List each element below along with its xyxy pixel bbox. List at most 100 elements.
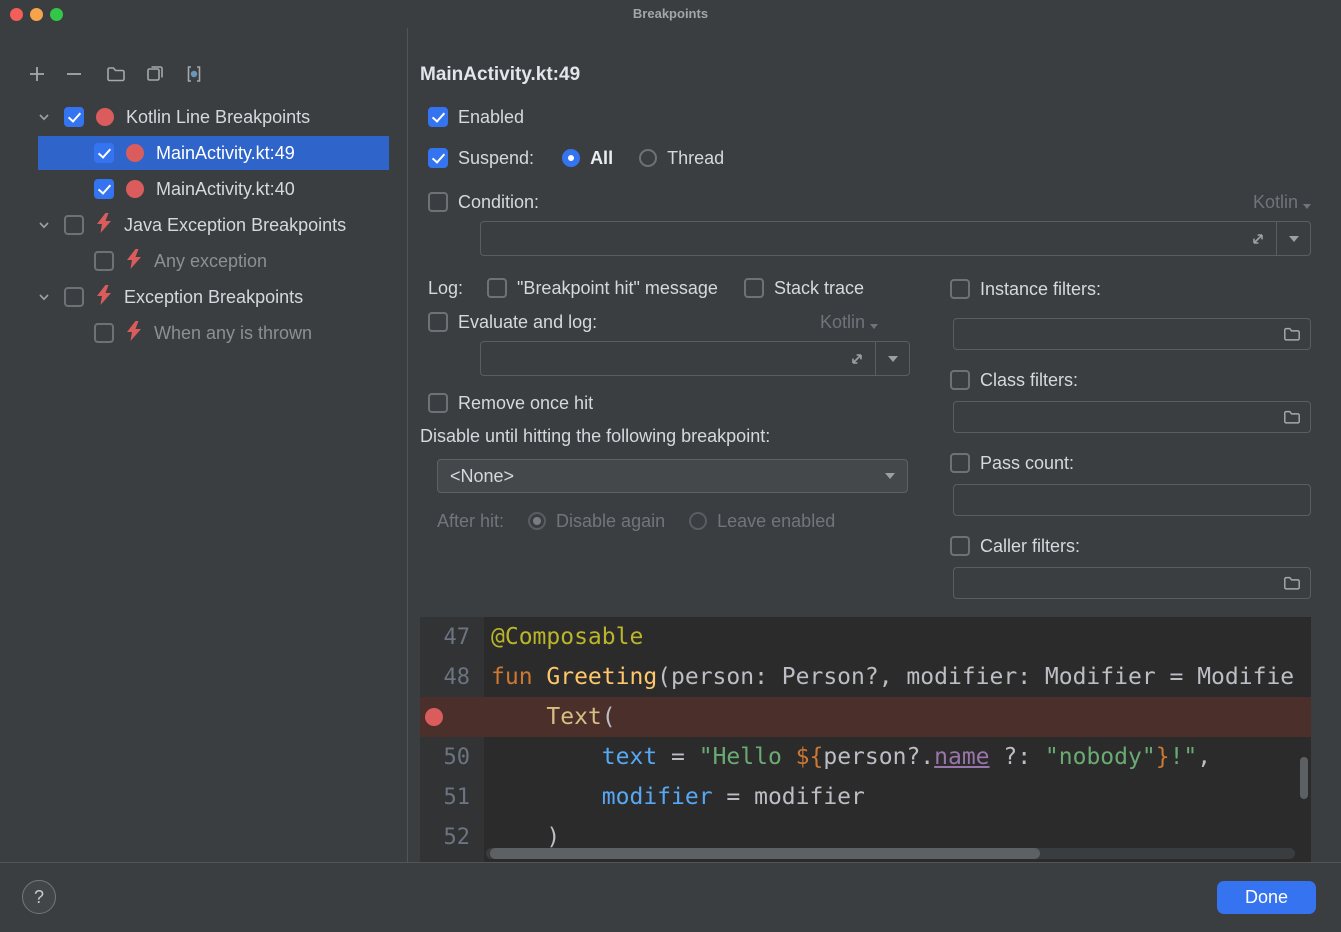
breakpoint-dot-icon[interactable] (425, 708, 443, 726)
code-line-50: 50 text = "Hello ${person?.name ?: "nobo… (420, 737, 1311, 777)
instance-filters-row: Instance filters: (950, 275, 1101, 303)
window-title: Breakpoints (0, 0, 1341, 28)
condition-field (480, 221, 1311, 256)
log-message-checkbox[interactable] (487, 278, 507, 298)
tree-group-kotlin-line-breakpoints[interactable]: Kotlin Line Breakpoints (0, 99, 407, 135)
chevron-down-icon[interactable] (36, 217, 52, 233)
code-line-47: 47@Composable (420, 617, 1311, 657)
tree-item-label: MainActivity.kt:49 (156, 143, 295, 164)
expand-editor-icon[interactable] (1240, 222, 1276, 255)
group-breakpoints-button[interactable] (104, 62, 128, 86)
evaluate-language-selector[interactable]: Kotlin (820, 312, 878, 333)
horizontal-scrollbar-track[interactable] (486, 848, 1295, 859)
disable-until-label: Disable until hitting the following brea… (420, 426, 770, 447)
suspend-checkbox[interactable] (428, 148, 448, 168)
tree-item-any-exception[interactable]: Any exception (0, 243, 407, 279)
tree-group-exception-breakpoints[interactable]: Exception Breakpoints (0, 279, 407, 315)
code-line-49: Text( (420, 697, 1311, 737)
add-breakpoint-button[interactable] (25, 62, 49, 86)
tree-checkbox[interactable] (64, 107, 84, 127)
disable-again-radio[interactable] (528, 512, 546, 530)
remove-once-checkbox[interactable] (428, 393, 448, 413)
line-number[interactable]: 51 (420, 777, 484, 817)
done-button[interactable]: Done (1217, 881, 1316, 914)
tree-item-when-any-is-thrown[interactable]: When any is thrown (0, 315, 407, 351)
folder-icon[interactable] (1274, 402, 1310, 432)
condition-row: Condition: (428, 188, 539, 216)
chevron-down-icon[interactable] (36, 109, 52, 125)
folder-icon[interactable] (1274, 568, 1310, 598)
condition-language-label: Kotlin (1253, 192, 1298, 213)
expand-editor-icon[interactable] (839, 342, 875, 375)
line-number[interactable]: 50 (420, 737, 484, 777)
instance-filters-input[interactable] (954, 319, 1274, 349)
group-icon (145, 64, 165, 84)
folder-icon[interactable] (1274, 319, 1310, 349)
code-preview-panel: 47@Composable48fun Greeting(person: Pers… (420, 617, 1311, 862)
log-message-label: "Breakpoint hit" message (517, 278, 718, 299)
tree-group-label: Exception Breakpoints (124, 287, 303, 308)
tree-checkbox[interactable] (94, 179, 114, 199)
log-row: Log: "Breakpoint hit" message Stack trac… (428, 274, 864, 302)
line-number[interactable]: 48 (420, 657, 484, 697)
evaluate-input[interactable] (481, 342, 839, 375)
stack-trace-checkbox[interactable] (744, 278, 764, 298)
footer-divider (0, 862, 1341, 863)
pass-count-input[interactable] (954, 485, 1310, 515)
tree-item-mainactivity-kt-49[interactable]: MainActivity.kt:49 (0, 135, 407, 171)
tree-item-label: Any exception (154, 251, 267, 272)
evaluate-checkbox[interactable] (428, 312, 448, 332)
tree-checkbox[interactable] (64, 287, 84, 307)
titlebar: Breakpoints (0, 0, 1341, 28)
condition-language-selector[interactable]: Kotlin (1253, 192, 1311, 213)
tree-checkbox[interactable] (94, 251, 114, 271)
suspend-thread-radio[interactable] (639, 149, 657, 167)
leave-enabled-radio[interactable] (689, 512, 707, 530)
tree-group-label: Kotlin Line Breakpoints (126, 107, 310, 128)
disable-again-label: Disable again (556, 511, 665, 532)
class-filters-input[interactable] (954, 402, 1274, 432)
help-button[interactable]: ? (22, 880, 56, 914)
horizontal-scrollbar-thumb[interactable] (490, 848, 1040, 859)
chevron-down-icon[interactable] (36, 289, 52, 305)
tree-checkbox[interactable] (64, 215, 84, 235)
evaluate-history-dropdown[interactable] (875, 342, 909, 375)
remove-breakpoint-button[interactable] (62, 62, 86, 86)
condition-label: Condition: (458, 192, 539, 213)
tree-checkbox[interactable] (94, 143, 114, 163)
line-number[interactable]: 47 (420, 617, 484, 657)
code-text: text = "Hello ${person?.name ?: "nobody"… (484, 744, 1211, 770)
leave-enabled-label: Leave enabled (717, 511, 835, 532)
class-filters-checkbox[interactable] (950, 370, 970, 390)
condition-history-dropdown[interactable] (1276, 222, 1310, 255)
instance-filters-checkbox[interactable] (950, 279, 970, 299)
condition-checkbox[interactable] (428, 192, 448, 212)
caller-filters-checkbox[interactable] (950, 536, 970, 556)
chevron-down-icon (870, 324, 878, 329)
caller-filters-input[interactable] (954, 568, 1274, 598)
suspend-thread-label: Thread (667, 148, 724, 169)
pass-count-checkbox[interactable] (950, 453, 970, 473)
chevron-down-icon (1303, 204, 1311, 209)
tree-item-label: When any is thrown (154, 323, 312, 344)
suspend-all-radio[interactable] (562, 149, 580, 167)
instance-filters-label: Instance filters: (980, 279, 1101, 300)
disable-until-combobox[interactable]: <None> (437, 459, 908, 493)
group-by-class-button[interactable] (182, 62, 206, 86)
pass-count-row: Pass count: (950, 449, 1074, 477)
condition-input[interactable] (481, 222, 1240, 255)
vertical-scrollbar[interactable] (1300, 757, 1308, 799)
breakpoint-title: MainActivity.kt:49 (420, 64, 580, 86)
chevron-down-icon (1289, 236, 1299, 242)
move-to-group-button[interactable] (143, 62, 167, 86)
tree-group-java-exception-breakpoints[interactable]: Java Exception Breakpoints (0, 207, 407, 243)
code-line-51: 51 modifier = modifier (420, 777, 1311, 817)
line-number[interactable] (420, 697, 484, 737)
suspend-row: Suspend: All Thread (428, 144, 724, 172)
tree-checkbox[interactable] (94, 323, 114, 343)
tree-item-mainactivity-kt-40[interactable]: MainActivity.kt:40 (0, 171, 407, 207)
line-number[interactable]: 52 (420, 817, 484, 857)
enabled-checkbox[interactable] (428, 107, 448, 127)
code-text: modifier = modifier (484, 784, 865, 810)
sidebar-divider (407, 28, 408, 862)
